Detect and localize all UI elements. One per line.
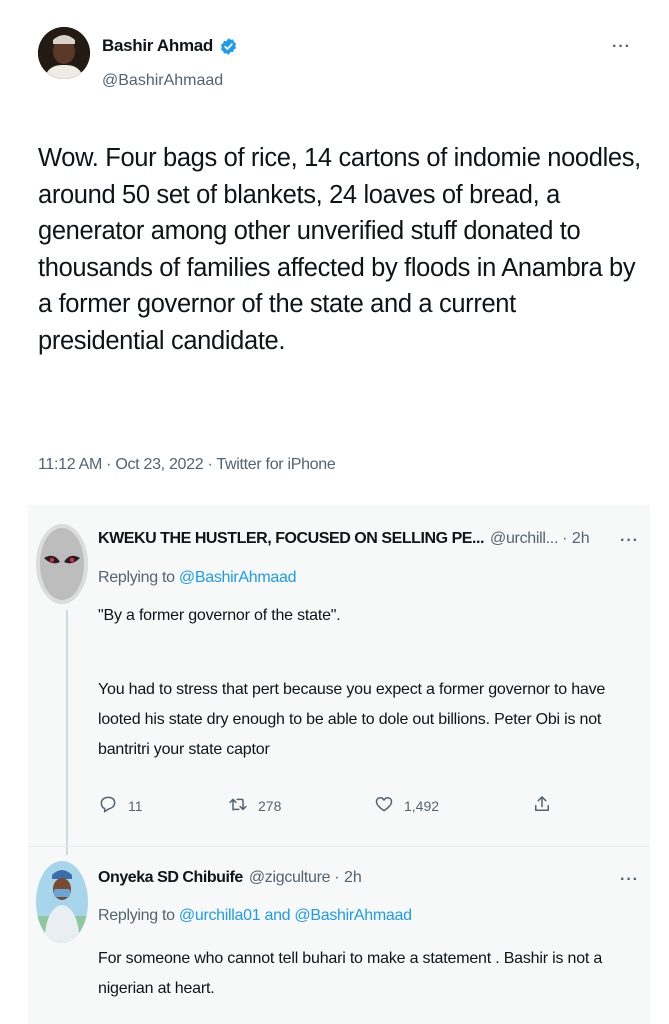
replying-to-mention[interactable]: @urchilla01 and @BashirAhmaad (179, 907, 412, 924)
heart-icon (374, 794, 394, 817)
replying-to-label: Replying to (98, 907, 179, 924)
reply-avatar[interactable] (36, 524, 88, 604)
reply-text-quote: "By a former governor of the state". (98, 607, 341, 624)
author-name-row: Bashir Ahmad (102, 36, 238, 56)
more-options-icon[interactable]: ··· (612, 38, 631, 56)
reply-header: Onyeka SD Chibuife @zigculture · 2h (98, 869, 362, 887)
replying-to-line: Replying to @BashirAhmaad (98, 569, 297, 587)
reply-author-name[interactable]: KWEKU THE HUSTLER, FOCUSED ON SELLING PE… (98, 530, 484, 548)
replying-to-label: Replying to (98, 569, 179, 586)
like-action[interactable]: 1,492 (374, 794, 439, 817)
retweet-icon (228, 794, 248, 817)
replying-to-mention[interactable]: @BashirAhmaad (179, 569, 297, 586)
author-handle[interactable]: @BashirAhmaad (102, 72, 223, 90)
reply-action[interactable]: 11 (98, 794, 143, 817)
reply-header: KWEKU THE HUSTLER, FOCUSED ON SELLING PE… (98, 530, 590, 548)
reply-text-body: For someone who cannot tell buhari to ma… (98, 950, 603, 997)
reply-text-body: You had to stress that pert because you … (98, 681, 606, 758)
tweet-meta[interactable]: 11:12 AM · Oct 23, 2022 · Twitter for iP… (38, 456, 336, 474)
reply-author-handle[interactable]: @urchill... (490, 530, 558, 548)
share-action[interactable] (532, 794, 552, 817)
reply-time[interactable]: · 2h (562, 530, 590, 548)
retweet-count: 278 (258, 797, 282, 814)
thread-connector-line (66, 610, 68, 855)
reply-more-options-icon[interactable]: ··· (620, 532, 639, 550)
reply-count: 11 (128, 797, 143, 814)
reply-time[interactable]: · 2h (334, 869, 362, 887)
author-avatar[interactable] (38, 27, 90, 79)
share-icon (532, 794, 552, 817)
reply-actions: 11 278 1,492 (98, 794, 558, 818)
retweet-action[interactable]: 278 (228, 794, 281, 817)
reply-avatar[interactable] (36, 861, 88, 943)
tweet-text: Wow. Four bags of rice, 14 cartons of in… (38, 144, 641, 355)
author-name[interactable]: Bashir Ahmad (102, 36, 213, 56)
verified-badge-icon (219, 37, 238, 56)
reply-author-name[interactable]: Onyeka SD Chibuife (98, 869, 243, 887)
replying-to-line: Replying to @urchilla01 and @BashirAhmaa… (98, 907, 412, 925)
reply-icon (98, 794, 118, 817)
like-count: 1,492 (404, 797, 440, 814)
reply-more-options-icon[interactable]: ··· (620, 871, 639, 889)
reply-divider (28, 846, 650, 847)
reply-author-handle[interactable]: @zigculture (249, 869, 331, 887)
